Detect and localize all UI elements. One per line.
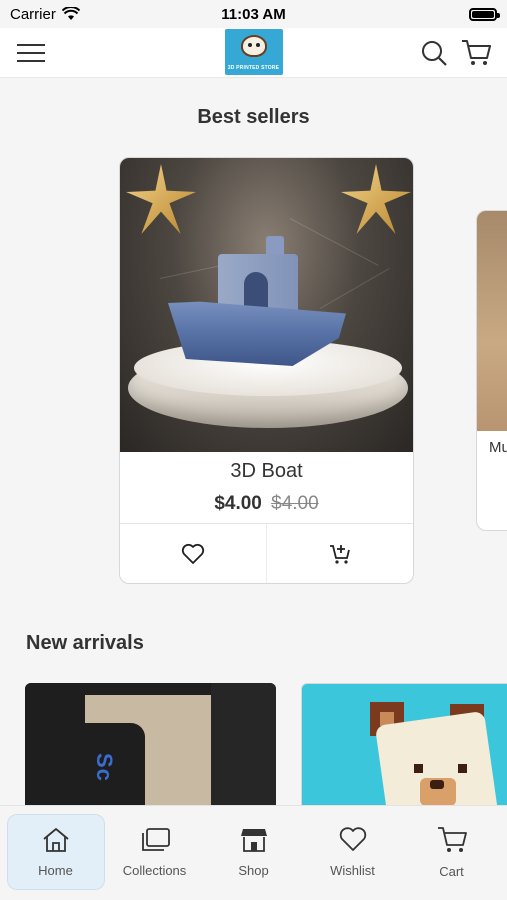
tab-label: Cart xyxy=(439,863,464,879)
price-old: $4.00 xyxy=(271,493,319,514)
add-to-cart-button[interactable] xyxy=(266,524,413,583)
cart-header-icon[interactable] xyxy=(461,39,491,67)
price-row: $4.00 $4.00 xyxy=(120,493,413,515)
store-logo[interactable]: 3D PRINTED STORE xyxy=(224,29,283,75)
home-content[interactable]: Best sellers 3D Boat $4.00 $4.00 M New a… xyxy=(0,79,507,805)
product-name[interactable]: 3D Boat xyxy=(120,460,413,483)
best-sellers-title: Best sellers xyxy=(197,106,310,128)
tab-collections[interactable]: Collections xyxy=(106,814,204,890)
next-product-image xyxy=(477,211,507,431)
search-icon[interactable] xyxy=(421,40,447,66)
status-bar: Carrier 11:03 AM xyxy=(0,0,507,28)
cart-icon xyxy=(437,826,467,854)
new-arrival-item-2[interactable] xyxy=(301,683,507,805)
shop-icon xyxy=(240,827,268,853)
tab-label: Shop xyxy=(238,862,269,878)
card-actions xyxy=(120,523,413,583)
collections-icon xyxy=(140,827,170,853)
tab-label: Collections xyxy=(122,862,187,878)
app-header: 3D PRINTED STORE xyxy=(0,28,507,78)
battery-icon xyxy=(469,7,500,21)
arrival-overlay-text: Sc xyxy=(92,753,117,782)
tab-cart[interactable]: Cart xyxy=(403,814,501,890)
home-icon xyxy=(42,827,70,853)
heart-icon xyxy=(339,826,367,853)
status-left: Carrier xyxy=(10,6,80,23)
header-actions xyxy=(421,39,491,67)
carrier-label: Carrier xyxy=(10,5,56,23)
tab-home[interactable]: Home xyxy=(6,814,105,890)
bottom-tab-bar: Home Collections Shop Wishlist Cart xyxy=(0,805,507,900)
wifi-icon xyxy=(61,7,80,21)
tab-label: Home xyxy=(38,862,73,878)
menu-icon[interactable] xyxy=(16,43,46,63)
dog-logo-icon xyxy=(240,35,267,57)
tab-wishlist[interactable]: Wishlist xyxy=(304,814,402,890)
status-time: 11:03 AM xyxy=(221,5,286,23)
tab-shop[interactable]: Shop xyxy=(205,814,303,890)
star-decoration-right xyxy=(341,164,411,234)
featured-product-card[interactable]: 3D Boat $4.00 $4.00 xyxy=(119,157,414,584)
tab-label: Wishlist xyxy=(330,862,375,878)
price-current: $4.00 xyxy=(214,493,262,514)
logo-text: 3D PRINTED STORE xyxy=(227,65,280,71)
heart-icon xyxy=(181,543,205,565)
add-cart-icon xyxy=(329,543,351,565)
add-to-wishlist-button[interactable] xyxy=(120,524,266,583)
next-product-card[interactable]: Mu xyxy=(476,210,507,531)
next-product-name: Mu xyxy=(489,439,507,456)
new-arrival-item-1[interactable]: Sc xyxy=(25,683,276,805)
new-arrivals-title: New arrivals xyxy=(26,632,144,654)
product-image[interactable] xyxy=(120,158,413,452)
star-decoration-left xyxy=(126,164,196,234)
